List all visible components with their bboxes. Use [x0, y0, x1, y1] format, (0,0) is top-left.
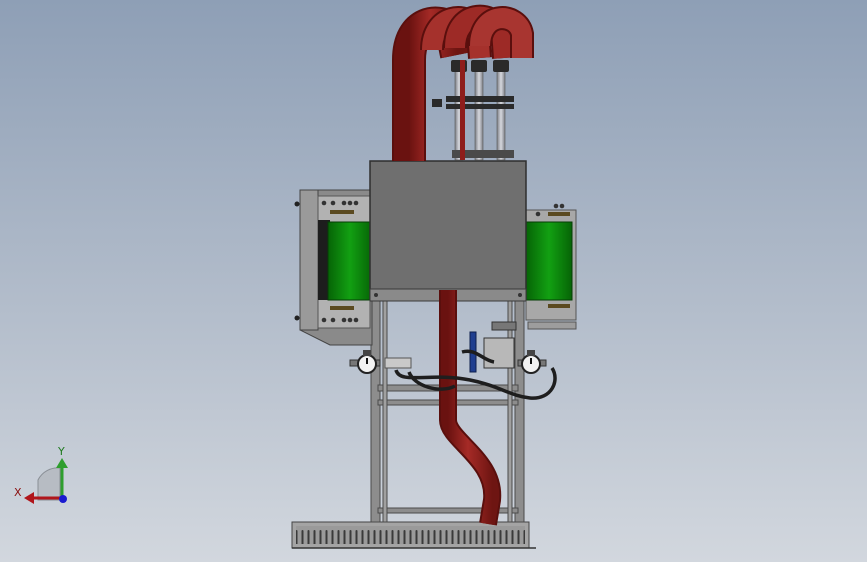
- cad-viewport[interactable]: Y X: [0, 0, 867, 562]
- base-grate: [291, 521, 536, 549]
- machine-front-view-drawing: Y X: [14, 4, 577, 549]
- x-axis-label: X: [14, 486, 22, 499]
- main-housing-box: [369, 160, 527, 302]
- right-belt-module: [525, 203, 577, 330]
- y-axis-label: Y: [57, 445, 65, 458]
- orientation-triad: Y X: [14, 445, 68, 504]
- left-belt-module: [317, 195, 373, 329]
- vertical-rods: [432, 60, 514, 161]
